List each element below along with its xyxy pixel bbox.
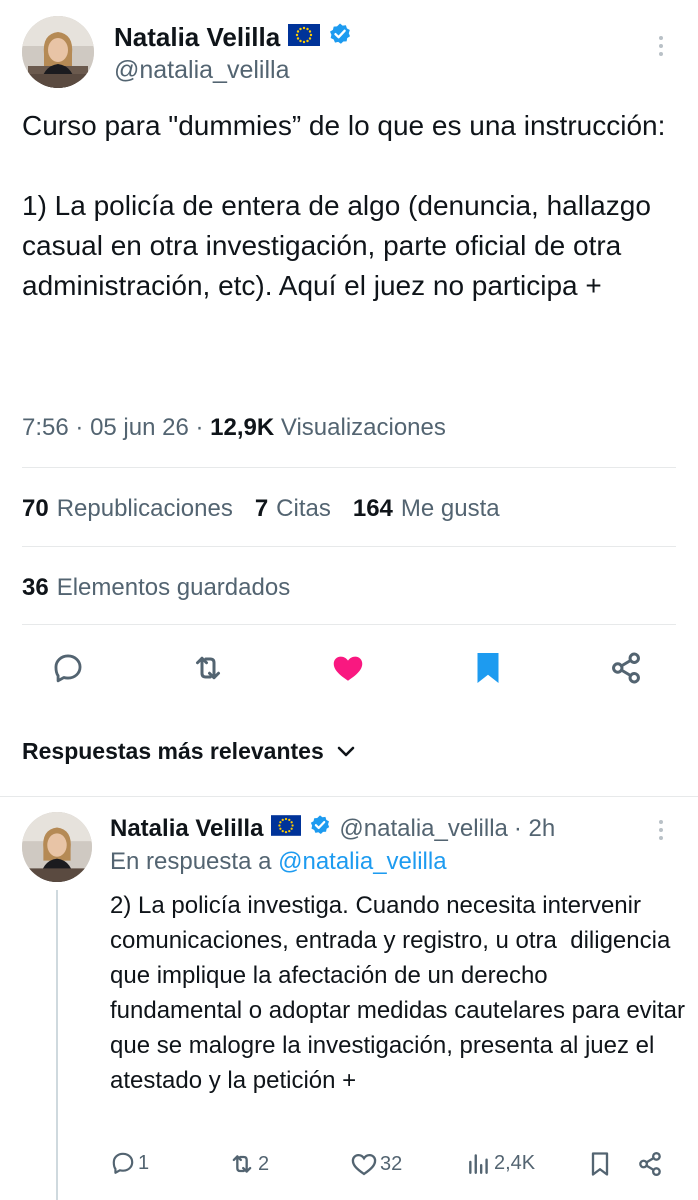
reply-action-bar: 1 2 32 2,4K <box>110 1150 670 1182</box>
reply-like-button[interactable]: 32 <box>350 1150 402 1178</box>
meta-separator: · <box>195 414 204 441</box>
repost-icon <box>196 656 220 680</box>
bookmarks-label: Elementos guardados <box>56 574 291 601</box>
reply-likes-count: 32 <box>380 1152 403 1175</box>
reply-text: 2) La policía investiga. Cuando necesita… <box>110 892 692 1094</box>
reposts-label: Republicaciones <box>56 495 233 522</box>
reply-bookmark-button[interactable] <box>588 1150 614 1178</box>
reposts-stat[interactable]: 70 Republicaciones <box>22 495 233 523</box>
reply-icon <box>54 654 82 683</box>
share-button[interactable] <box>606 648 646 688</box>
eu-flag-icon <box>288 22 321 53</box>
chevron-down-icon <box>336 745 356 759</box>
repost-icon <box>232 1155 252 1173</box>
likes-count: 164 <box>352 495 393 522</box>
in-reply-to: En respuesta a @natalia_velilla <box>110 848 447 876</box>
tweet-text: Curso para "dummies” de lo que es una in… <box>22 110 666 301</box>
reply-icon <box>112 1152 134 1174</box>
author-avatar[interactable] <box>22 16 94 88</box>
reply-more-options-icon[interactable] <box>651 816 671 844</box>
heart-icon <box>351 1153 377 1176</box>
views-chart-icon <box>469 1154 488 1174</box>
more-options-icon[interactable] <box>651 32 671 60</box>
bookmark-icon <box>591 1152 609 1176</box>
divider <box>0 796 698 797</box>
thread-line <box>56 890 58 1200</box>
reply-time[interactable]: · 2h <box>514 815 555 843</box>
quotes-count: 7 <box>254 495 269 522</box>
bookmark-button[interactable] <box>468 648 508 688</box>
in-reply-prefix: En respuesta a <box>110 848 272 875</box>
reply-button[interactable] <box>48 648 88 688</box>
author-handle[interactable]: @natalia_velilla <box>114 56 289 85</box>
likes-label: Me gusta <box>400 495 500 522</box>
share-icon <box>639 1151 661 1177</box>
likes-stat[interactable]: 164 Me gusta <box>353 495 500 523</box>
reply-reply-button[interactable]: 1 <box>110 1150 149 1176</box>
reply-reposts-count: 2 <box>258 1152 270 1175</box>
author-name-row[interactable]: Natalia Velilla <box>114 22 352 53</box>
reply-share-button[interactable] <box>636 1150 666 1178</box>
divider <box>22 467 676 468</box>
reply-author-row[interactable]: Natalia Velilla @natalia_velilla · 2h <box>110 814 555 843</box>
divider <box>22 546 676 547</box>
reposts-count: 70 <box>22 495 49 522</box>
divider <box>22 624 676 625</box>
in-reply-mention[interactable]: @natalia_velilla <box>278 848 446 875</box>
repost-button[interactable] <box>188 648 228 688</box>
bookmarks-stat[interactable]: 36 Elementos guardados <box>22 574 290 602</box>
author-name[interactable]: Natalia Velilla <box>114 22 280 53</box>
tweet-time[interactable]: 7:56 <box>22 414 69 441</box>
quotes-stat[interactable]: 7 Citas <box>255 495 331 523</box>
reply-views-button[interactable]: 2,4K <box>466 1150 535 1176</box>
verified-badge-icon <box>309 814 331 843</box>
reply-author-name[interactable]: Natalia Velilla <box>110 815 263 843</box>
quotes-label: Citas <box>276 495 331 522</box>
tweet-date[interactable]: 05 jun 26 <box>90 414 189 441</box>
engagement-stats: 70 Republicaciones 7 Citas 164 Me gusta <box>22 495 522 523</box>
heart-filled-icon <box>333 656 363 681</box>
share-icon <box>612 652 640 684</box>
reply-author-avatar[interactable] <box>22 812 92 882</box>
reply-replies-count: 1 <box>138 1151 150 1174</box>
bookmarks-stats: 36 Elementos guardados <box>22 574 312 602</box>
reply-views-count: 2,4K <box>494 1151 536 1174</box>
tweet-meta: 7:56 · 05 jun 26 · 12,9K Visualizaciones <box>22 414 446 442</box>
reply-repost-button[interactable]: 2 <box>228 1150 269 1178</box>
eu-flag-icon <box>271 814 302 843</box>
replies-sort-label: Respuestas más relevantes <box>22 738 324 764</box>
like-button[interactable] <box>328 648 368 688</box>
bookmarks-count: 36 <box>22 574 49 601</box>
meta-separator: · <box>75 414 84 441</box>
bookmark-filled-icon <box>477 653 499 683</box>
replies-sort-selector[interactable]: Respuestas más relevantes <box>22 738 356 765</box>
reply-author-handle[interactable]: @natalia_velilla <box>339 815 507 843</box>
verified-badge-icon <box>328 22 352 53</box>
views-label: Visualizaciones <box>280 414 446 441</box>
views-count: 12,9K <box>210 414 275 441</box>
